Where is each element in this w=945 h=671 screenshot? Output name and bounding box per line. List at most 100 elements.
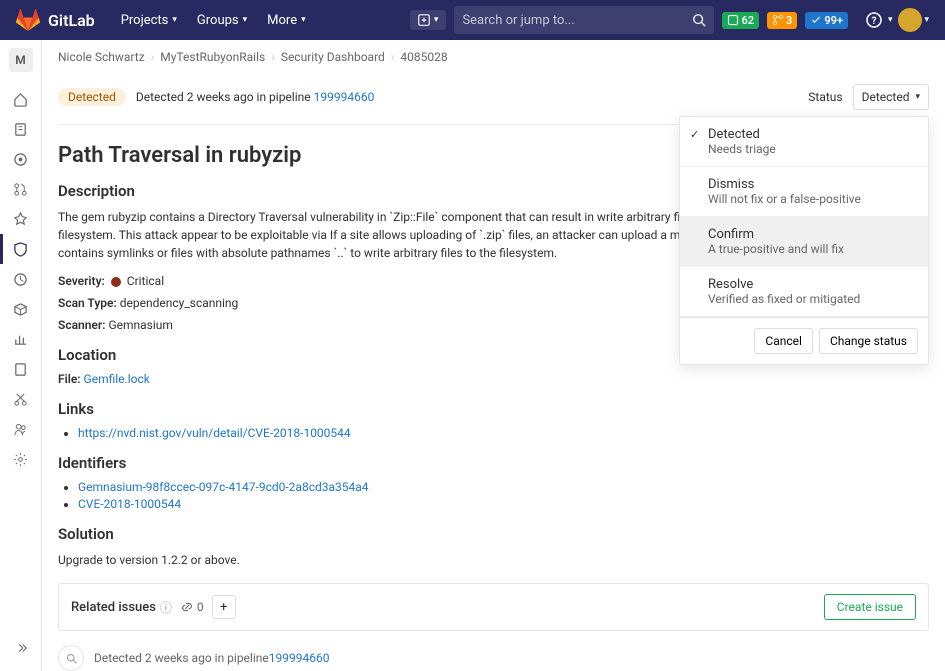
breadcrumb-item[interactable]: Nicole Schwartz [58,50,145,64]
gitlab-logo-icon[interactable] [16,8,40,32]
todo-icon [810,14,822,26]
nav-more-label: More [267,13,297,28]
status-value: Detected [862,90,910,104]
search-icon [692,13,706,27]
help-icon[interactable]: ⓘ [160,599,172,616]
chevron-down-icon: ▾ [243,15,248,25]
create-issue-button[interactable]: Create issue [824,594,916,620]
merge-count: 3 [786,14,792,27]
search-input[interactable] [462,13,692,28]
pipeline-link[interactable]: 199994660 [314,90,375,104]
related-issues-box: Related issues ⓘ 0 + Create issue [58,583,929,631]
section-identifiers: Identifiers [58,454,929,472]
svg-text:?: ? [871,16,876,27]
nav-groups-label: Groups [197,13,239,28]
scantype-label: Scan Type: [58,296,117,310]
scantype-value: dependency_scanning [120,296,239,310]
sidebar-settings[interactable] [0,444,42,474]
sidebar-issues[interactable] [0,144,42,174]
sidebar-analytics[interactable] [0,324,42,354]
chevron-down-icon: ▾ [924,15,929,25]
external-link[interactable]: https://nvd.nist.gov/vuln/detail/CVE-201… [78,426,351,440]
section-solution: Solution [58,525,929,543]
issue-icon [727,14,739,26]
search-box[interactable] [454,6,714,34]
chevron-down-icon: ▾ [434,15,439,25]
identifier-link[interactable]: Gemnasium-98f8ccec-097c-4147-9cd0-2a8cd3… [78,480,369,494]
status-option-sub: Will not fix or a false-positive [708,192,914,206]
identifier-link[interactable]: CVE-2018-1000544 [78,497,181,511]
todos-badge[interactable]: 99+ [805,12,848,29]
main-content: Nicole Schwartz› MyTestRubyonRails› Secu… [42,40,945,671]
project-avatar[interactable]: M [9,48,33,72]
file-link[interactable]: Gemfile.lock [84,372,150,386]
help-icon[interactable]: ? [862,8,886,32]
link-icon [180,600,194,614]
user-avatar[interactable] [898,8,922,32]
related-count: 0 [180,600,204,614]
issues-badge[interactable]: 62 [722,12,759,29]
add-related-button[interactable]: + [212,595,236,619]
nav-more[interactable]: More ▾ [257,0,315,40]
nav-projects-label: Projects [121,13,169,28]
nav-projects[interactable]: Projects▾ [111,0,187,40]
activity-row: Detected 2 weeks ago in pipeline 1999946… [58,645,929,671]
breadcrumb-item[interactable]: Security Dashboard [281,50,385,64]
severity-critical-icon [111,277,121,287]
breadcrumbs: Nicole Schwartz› MyTestRubyonRails› Secu… [58,40,929,74]
status-option-title: Confirm [708,227,914,242]
check-icon: ✓ [690,128,699,141]
issues-count: 62 [741,14,754,27]
status-option-detected[interactable]: ✓ Detected Needs triage [680,117,928,167]
sidebar-cicd[interactable] [0,204,42,234]
activity-icon [58,645,84,671]
status-option-title: Resolve [708,277,914,292]
sidebar-snippets[interactable] [0,384,42,414]
status-label: Status [808,90,842,104]
status-option-resolve[interactable]: Resolve Verified as fixed or mitigated [680,267,928,317]
header-row: Detected Detected 2 weeks ago in pipelin… [58,74,929,125]
scanner-value: Gemnasium [108,318,172,332]
merge-badge[interactable]: 3 [767,12,797,29]
breadcrumb-item[interactable]: MyTestRubyonRails [160,50,265,64]
breadcrumb-item[interactable]: 4085028 [400,50,447,64]
change-status-button[interactable]: Change status [819,328,918,354]
severity-label: Severity: [58,274,105,288]
sidebar-merge-requests[interactable] [0,174,42,204]
sidebar-security[interactable] [0,234,42,264]
solution-text: Upgrade to version 1.2.2 or above. [58,551,778,569]
chevron-down-icon: ▾ [301,15,306,25]
header-text: Detected 2 weeks ago in pipeline 1999946… [136,90,374,104]
status-option-sub: Needs triage [708,142,914,156]
sidebar-operations[interactable] [0,264,42,294]
related-count-value: 0 [197,600,204,614]
status-option-dismiss[interactable]: Dismiss Will not fix or a false-positive [680,167,928,217]
status-option-sub: A true-positive and will fix [708,242,914,256]
sidebar-home[interactable] [0,84,42,114]
chevron-down-icon: ▾ [915,92,920,102]
header-text-prefix: Detected 2 weeks ago in pipeline [136,90,314,104]
activity-pipeline-link[interactable]: 199994660 [269,651,330,665]
sidebar-members[interactable] [0,414,42,444]
new-button[interactable]: ▾ [410,10,447,30]
sidebar-wiki[interactable] [0,354,42,384]
sidebar-repository[interactable] [0,114,42,144]
sidebar: M [0,40,42,671]
status-option-title: Detected [708,127,914,142]
severity-value: Critical [127,274,164,288]
file-line: File: Gemfile.lock [58,372,929,386]
nav-groups[interactable]: Groups ▾ [187,0,257,40]
chevron-down-icon: ▾ [888,15,893,25]
sidebar-collapse[interactable] [0,633,42,663]
status-option-title: Dismiss [708,177,914,192]
cancel-button[interactable]: Cancel [754,328,813,354]
todos-count: 99+ [824,14,843,27]
status-option-confirm[interactable]: Confirm A true-positive and will fix [680,217,928,267]
identifiers-list: Gemnasium-98f8ccec-097c-4147-9cd0-2a8cd3… [58,480,929,511]
activity-text: Detected 2 weeks ago in pipeline [94,651,269,665]
brand-name[interactable]: GitLab [48,11,95,30]
sidebar-packages[interactable] [0,294,42,324]
dropdown-footer: Cancel Change status [680,317,928,364]
status-dropdown[interactable]: Detected ▾ [853,84,929,110]
status-badge: Detected [58,88,126,106]
